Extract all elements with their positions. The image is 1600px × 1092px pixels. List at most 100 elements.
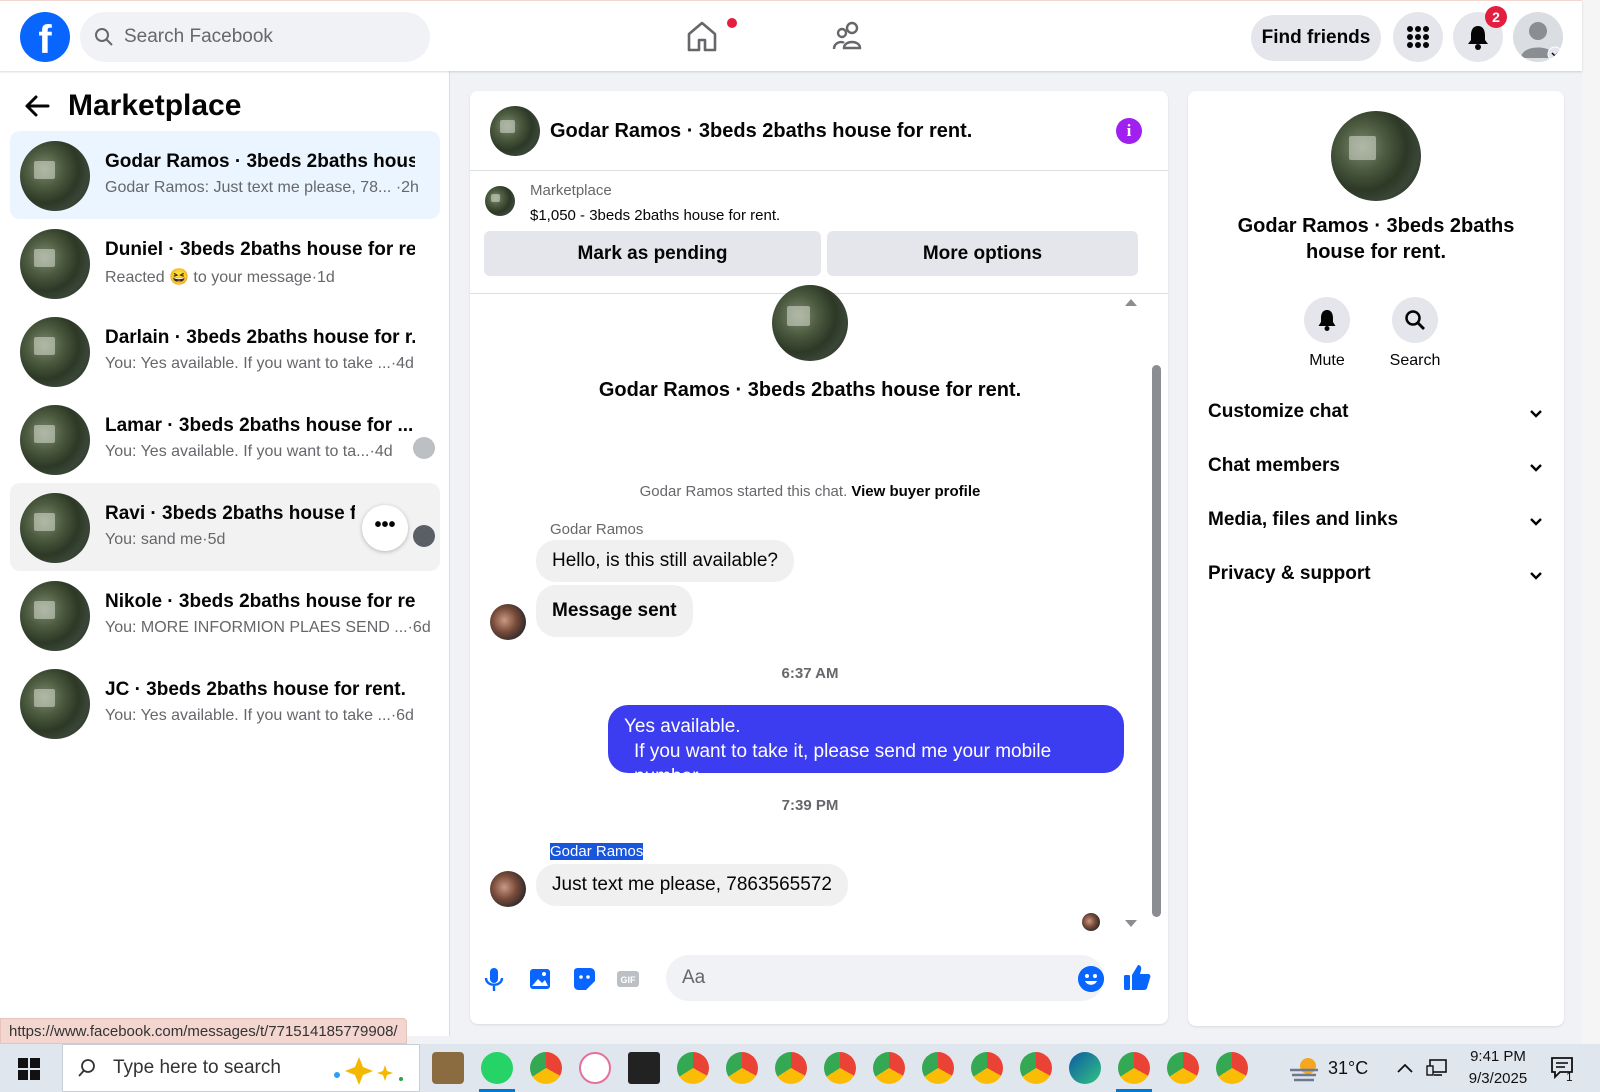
details-avatar[interactable] bbox=[1331, 111, 1421, 201]
sidebar-header: Marketplace bbox=[24, 89, 241, 123]
svg-text:GIF: GIF bbox=[621, 975, 637, 985]
chat-scrollbar[interactable] bbox=[1152, 365, 1161, 917]
customize-chat-row[interactable]: Customize chat bbox=[1208, 401, 1544, 423]
marketplace-sidebar: Marketplace Godar Ramos · 3beds 2baths h… bbox=[0, 71, 450, 1036]
conversation-item[interactable]: Lamar · 3beds 2baths house for ... You: … bbox=[10, 395, 440, 483]
clock-date[interactable]: 9/3/2025 bbox=[1460, 1070, 1536, 1087]
microphone-icon[interactable] bbox=[480, 965, 508, 993]
menu-grid-icon bbox=[1407, 26, 1429, 48]
chrome-icon[interactable] bbox=[530, 1052, 562, 1084]
privacy-support-row[interactable]: Privacy & support bbox=[1208, 563, 1544, 585]
scroll-up-icon[interactable] bbox=[1124, 297, 1138, 307]
scroll-down-icon[interactable] bbox=[1124, 919, 1138, 929]
weather-icon[interactable] bbox=[1288, 1056, 1320, 1082]
chat-members-row[interactable]: Chat members bbox=[1208, 455, 1544, 477]
chrome-profile-icon[interactable] bbox=[1020, 1052, 1052, 1084]
incoming-message[interactable]: Message sent bbox=[536, 585, 693, 637]
friends-icon[interactable] bbox=[830, 18, 866, 54]
incoming-message[interactable]: Hello, is this still available? bbox=[536, 540, 794, 582]
edge-icon[interactable] bbox=[1069, 1052, 1101, 1084]
view-buyer-profile-link[interactable]: View buyer profile bbox=[851, 483, 980, 500]
search-facebook-input[interactable]: Search Facebook bbox=[80, 12, 430, 62]
chrome-profile-icon[interactable] bbox=[775, 1052, 807, 1084]
conversation-item[interactable]: Ravi · 3beds 2baths house for r You: san… bbox=[10, 483, 440, 571]
conversation-item[interactable]: Nikole · 3beds 2baths house for re... Yo… bbox=[10, 571, 440, 659]
listing-thumbnail[interactable] bbox=[485, 186, 515, 216]
timestamp: 6:37 AM bbox=[781, 665, 839, 682]
listing-price[interactable]: $1,050 - 3beds 2baths house for rent. bbox=[530, 207, 780, 224]
conversation-more-button[interactable]: ••• bbox=[362, 505, 408, 551]
home-icon[interactable] bbox=[684, 18, 720, 54]
thread-title: Godar Ramos · 3beds 2baths house for ren… bbox=[598, 379, 1022, 401]
bell-icon bbox=[1468, 26, 1488, 50]
sender-name: Godar Ramos bbox=[550, 521, 644, 538]
menu-button[interactable] bbox=[1393, 12, 1443, 62]
taskbar-search-box[interactable]: Type here to search bbox=[62, 1044, 420, 1092]
info-icon[interactable]: i bbox=[1116, 118, 1142, 144]
sticky-notes-icon[interactable] bbox=[628, 1052, 660, 1084]
chevron-down-icon bbox=[1530, 464, 1542, 472]
media-files-links-row[interactable]: Media, files and links bbox=[1208, 509, 1544, 531]
read-receipt-avatar bbox=[413, 525, 435, 547]
chrome-profile-icon[interactable] bbox=[726, 1052, 758, 1084]
back-arrow-icon[interactable] bbox=[24, 95, 50, 117]
incoming-message[interactable]: Just text me please, 7863565572 bbox=[536, 864, 848, 906]
listing-avatar bbox=[20, 405, 90, 475]
outgoing-message[interactable]: Yes available. If you want to take it, p… bbox=[608, 705, 1124, 787]
temperature[interactable]: 31°C bbox=[1328, 1058, 1368, 1079]
conversation-preview: You: Yes available. If you want to take … bbox=[105, 355, 414, 372]
pubg-app-icon[interactable] bbox=[432, 1052, 464, 1084]
conversation-title: Ravi · 3beds 2baths house for r bbox=[105, 503, 355, 524]
conversation-preview: Reacted 😆 to your message·1d bbox=[105, 269, 335, 286]
search-label: Search bbox=[1389, 352, 1441, 369]
photo-icon[interactable] bbox=[526, 965, 554, 993]
chat-avatar[interactable] bbox=[490, 106, 540, 156]
chat-details-panel: Godar Ramos · 3beds 2baths house for ren… bbox=[1188, 91, 1564, 1026]
seen-avatar bbox=[1082, 913, 1100, 931]
sender-avatar[interactable] bbox=[490, 871, 526, 907]
chat-started-notice: Godar Ramos started this chat. View buye… bbox=[639, 483, 981, 500]
clock-time[interactable]: 9:41 PM bbox=[1466, 1048, 1530, 1065]
page-scrollbar[interactable] bbox=[1582, 0, 1600, 1044]
mute-button[interactable] bbox=[1304, 297, 1350, 343]
conversation-title: JC · 3beds 2baths house for rent. bbox=[105, 679, 406, 700]
chevron-up-icon[interactable] bbox=[1396, 1062, 1414, 1074]
sender-avatar[interactable] bbox=[490, 604, 526, 640]
emoji-icon[interactable] bbox=[1078, 966, 1104, 992]
conversation-item[interactable]: Duniel · 3beds 2baths house for re... Re… bbox=[10, 219, 440, 307]
chrome-profile-icon[interactable] bbox=[922, 1052, 954, 1084]
conversation-preview: You: Yes available. If you want to take … bbox=[105, 707, 414, 724]
search-conversation-button[interactable] bbox=[1392, 297, 1438, 343]
chrome-profile-icon[interactable] bbox=[677, 1052, 709, 1084]
more-options-button[interactable]: More options bbox=[827, 231, 1138, 276]
find-friends-button[interactable]: Find friends bbox=[1251, 15, 1381, 61]
facebook-logo[interactable]: f bbox=[20, 12, 70, 62]
listing-label: Marketplace bbox=[530, 182, 612, 199]
listing-avatar bbox=[20, 669, 90, 739]
chrome-profile-icon[interactable] bbox=[1118, 1052, 1150, 1084]
windows-start-icon[interactable] bbox=[18, 1058, 40, 1080]
chrome-profile-icon[interactable] bbox=[824, 1052, 856, 1084]
message-input[interactable]: Aa bbox=[666, 955, 1104, 1001]
conversation-preview: You: MORE INFORMION PLAES SEND ...·6d bbox=[105, 619, 431, 636]
whatsapp-icon[interactable] bbox=[481, 1052, 513, 1084]
conversation-item[interactable]: Godar Ramos · 3beds 2baths hous... Godar… bbox=[10, 131, 440, 219]
snipping-tool-icon[interactable] bbox=[579, 1052, 611, 1084]
conversation-item[interactable]: JC · 3beds 2baths house for rent. You: Y… bbox=[10, 659, 440, 747]
profile-button[interactable] bbox=[1513, 12, 1563, 62]
message-thread[interactable]: Godar Ramos · 3beds 2baths house for ren… bbox=[470, 285, 1168, 945]
chat-title[interactable]: Godar Ramos · 3beds 2baths house for ren… bbox=[550, 120, 972, 143]
chrome-profile-icon[interactable] bbox=[971, 1052, 1003, 1084]
chat-panel: Godar Ramos · 3beds 2baths house for ren… bbox=[470, 91, 1168, 1024]
like-thumb-icon[interactable] bbox=[1122, 962, 1152, 992]
chrome-profile-icon[interactable] bbox=[1167, 1052, 1199, 1084]
chrome-profile-icon[interactable] bbox=[873, 1052, 905, 1084]
gif-icon[interactable]: GIF bbox=[614, 965, 642, 993]
conversation-item[interactable]: Darlain · 3beds 2baths house for r... Yo… bbox=[10, 307, 440, 395]
sticker-icon[interactable] bbox=[570, 965, 598, 993]
status-bar-url: https://www.facebook.com/messages/t/7715… bbox=[0, 1018, 407, 1044]
mark-as-pending-button[interactable]: Mark as pending bbox=[484, 231, 821, 276]
network-icon[interactable] bbox=[1426, 1058, 1448, 1078]
chrome-profile-icon[interactable] bbox=[1216, 1052, 1248, 1084]
home-notification-dot bbox=[727, 18, 737, 28]
